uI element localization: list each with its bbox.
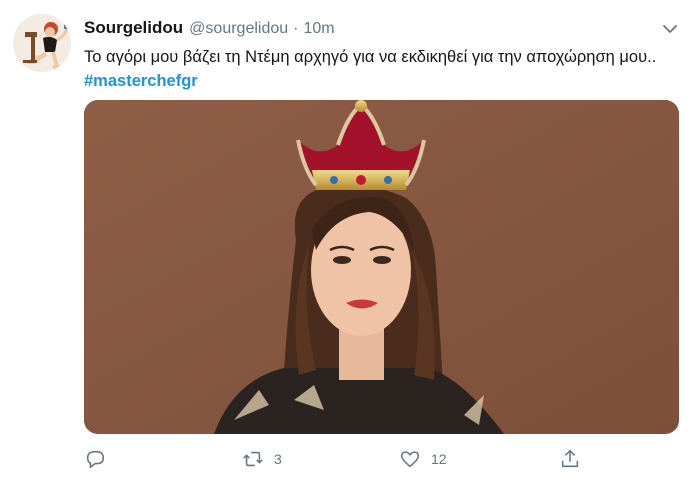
retweet-icon xyxy=(243,451,263,467)
heart-icon xyxy=(400,451,420,468)
separator: · xyxy=(293,20,299,37)
like-button[interactable]: 12 xyxy=(399,447,447,471)
reply-button[interactable] xyxy=(84,447,106,471)
tweet-text-content: Το αγόρι μου βάζει τη Ντέμη αρχηγό για ν… xyxy=(84,48,657,66)
chevron-down-icon[interactable] xyxy=(662,22,678,34)
reply-icon xyxy=(86,450,105,469)
user-handle[interactable]: @sourgelidou xyxy=(189,20,288,38)
like-count: 12 xyxy=(431,451,447,467)
timestamp[interactable]: 10m xyxy=(303,20,334,38)
tweet[interactable]: Sourgelidou @sourgelidou · 10m Το αγόρι … xyxy=(0,0,700,485)
share-icon xyxy=(561,449,579,468)
action-bar: 3 12 xyxy=(84,447,679,473)
avatar[interactable] xyxy=(13,14,71,72)
hashtag-link[interactable]: #masterchefgr xyxy=(84,72,198,90)
tweet-header: Sourgelidou @sourgelidou · 10m xyxy=(84,18,335,40)
avatar-image xyxy=(13,14,71,72)
share-button[interactable] xyxy=(559,447,581,471)
retweet-button[interactable]: 3 xyxy=(242,447,282,471)
display-name[interactable]: Sourgelidou xyxy=(84,18,183,38)
photo-woman-crown xyxy=(84,100,679,434)
retweet-count: 3 xyxy=(274,451,282,467)
tweet-text: Το αγόρι μου βάζει τη Ντέμη αρχηγό για ν… xyxy=(84,45,674,93)
tweet-image[interactable] xyxy=(84,100,679,434)
